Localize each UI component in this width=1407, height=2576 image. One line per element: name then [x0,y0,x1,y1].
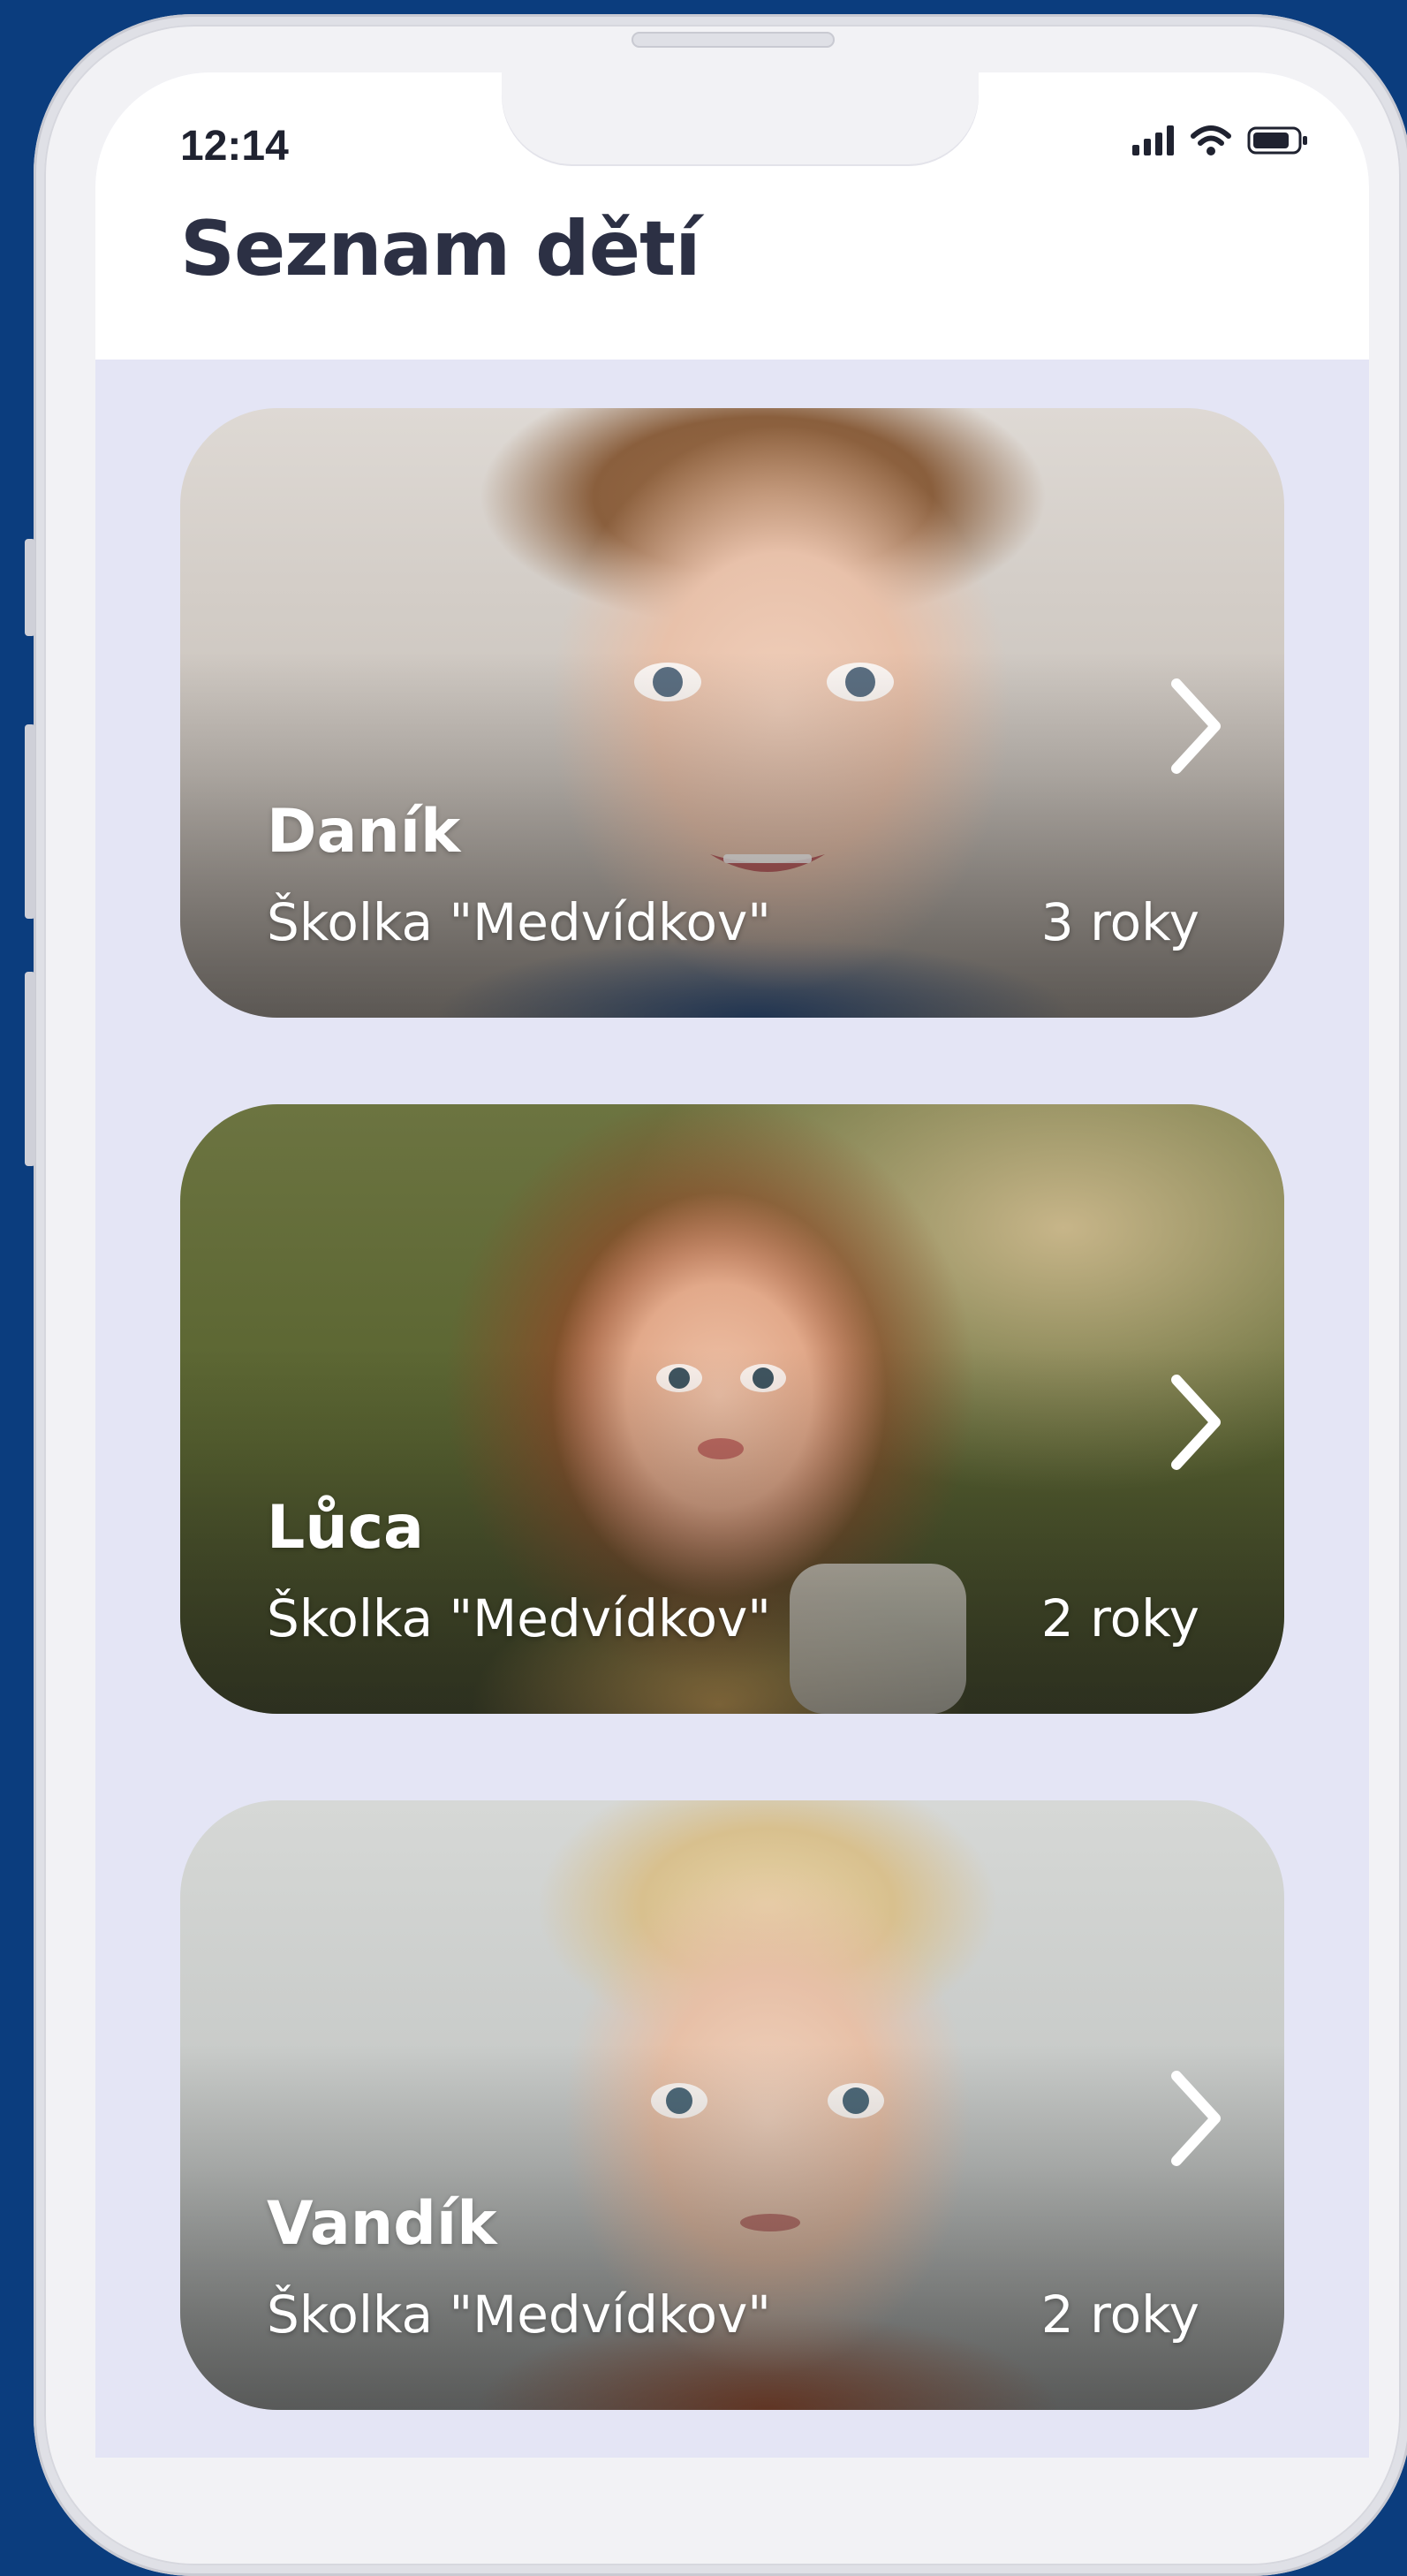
signal-icon [1132,125,1174,155]
mute-switch [25,539,35,636]
children-list: Daník Školka "Medvídkov" 3 roky Lůca Ško… [180,408,1284,2458]
speaker-grille [632,32,835,48]
notch [502,72,979,166]
battery-icon [1247,126,1307,155]
child-card[interactable]: Lůca Školka "Medvídkov" 2 roky [180,1104,1284,1714]
status-icons [1132,125,1309,155]
chevron-right-icon[interactable] [1161,673,1231,779]
chevron-right-icon[interactable] [1161,1369,1231,1475]
chevron-right-icon[interactable] [1161,2065,1231,2171]
child-school: Školka "Medvídkov" [267,2284,771,2345]
child-card[interactable]: Daník Školka "Medvídkov" 3 roky [180,408,1284,1018]
volume-up-button [25,724,35,919]
child-age: 2 roky [1040,1588,1199,1648]
child-school: Školka "Medvídkov" [267,892,771,952]
child-card[interactable]: Vandík Školka "Medvídkov" 2 roky [180,1800,1284,2410]
child-name: Lůca [267,1493,424,1563]
child-name: Vandík [267,2189,497,2259]
wifi-icon [1191,125,1231,155]
child-name: Daník [267,797,461,867]
child-school: Školka "Medvídkov" [267,1588,771,1648]
status-time: 12:14 [180,123,289,170]
page-title: Seznam dětí [180,205,701,293]
header-bar: 12:14 Seznam dětí [95,72,1369,360]
volume-down-button [25,972,35,1166]
child-age: 2 roky [1040,2284,1199,2345]
child-age: 3 roky [1040,892,1199,952]
app-screen: 12:14 Seznam dětí Daník Školka "Medvídko… [95,72,1369,2458]
